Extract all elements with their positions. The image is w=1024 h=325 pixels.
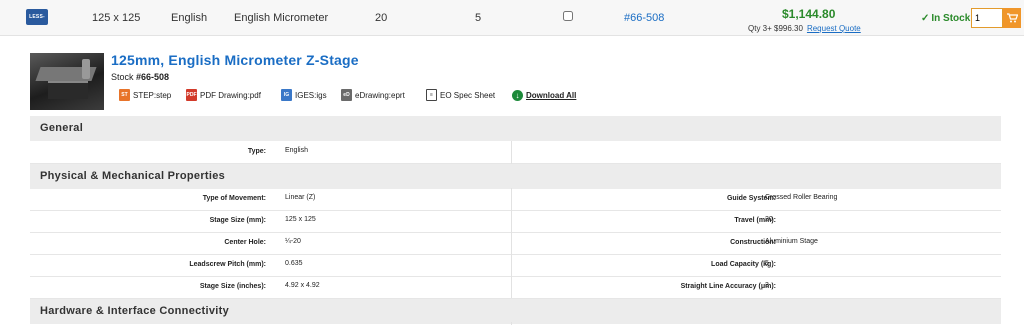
travel-cell: 20 (375, 12, 388, 24)
units-cell: English (171, 12, 208, 24)
request-quote-link[interactable]: Request Quote (807, 24, 861, 33)
spec-row: Leadscrew Pitch (mm): 0.635 Load Capacit… (30, 254, 1001, 277)
product-table-row: LESS- 125 x 125 English English Micromet… (0, 0, 1024, 36)
compare-checkbox[interactable] (563, 11, 573, 21)
spec-value: 4.92 x 4.92 (285, 282, 320, 289)
spec-value: Aluminium Stage (765, 238, 818, 245)
iges-file-icon: IG (281, 89, 292, 101)
download-all-icon: ↓ (512, 89, 523, 101)
quantity-input[interactable] (971, 8, 1003, 28)
download-iges[interactable]: IG IGES:igs (281, 88, 327, 102)
spec-row: Type of Movement: Linear (Z) Guide Syste… (30, 188, 1001, 211)
section-header-physical[interactable]: Physical & Mechanical Properties (30, 164, 1001, 189)
step-file-icon: ST (119, 89, 130, 101)
size-cell: 125 x 125 (92, 12, 141, 24)
capacity-cell: 5 (475, 12, 482, 24)
checkmark-icon: ✓ (921, 13, 930, 24)
spec-row: Stage Size (inches): 4.92 x 4.92 Straigh… (30, 276, 1001, 299)
product-image (30, 53, 104, 110)
spec-value: Linear (Z) (285, 194, 316, 201)
spec-label: Type of Movement: (202, 195, 266, 202)
spec-sheet-icon: ≡ (426, 89, 437, 101)
spec-label: Center Hole: (224, 239, 266, 246)
section-header-hardware[interactable]: Hardware & Interface Connectivity (30, 299, 1001, 324)
download-edrawing[interactable]: eD eDrawing:eprt (341, 88, 405, 102)
add-to-cart-button[interactable] (1003, 8, 1021, 28)
spec-value: 3 (765, 282, 769, 289)
download-all-link[interactable]: ↓ Download All (512, 88, 576, 102)
spec-label: Leadscrew Pitch (mm): (189, 261, 266, 268)
availability: ✓ In Stock (921, 13, 970, 24)
stock-number-link[interactable]: #66-508 (624, 12, 664, 24)
spec-label: Stage Size (mm): (209, 217, 266, 224)
availability-label: In Stock (931, 13, 971, 24)
spec-value: ¼-20 (285, 238, 301, 245)
pdf-file-icon: PDF (186, 89, 197, 101)
spec-value: English (285, 147, 308, 154)
spec-value: 5 (765, 260, 769, 267)
download-step[interactable]: ST STEP:step (119, 88, 171, 102)
edrawing-file-icon: eD (341, 89, 352, 101)
spec-value: 125 x 125 (285, 216, 316, 223)
download-spec-sheet[interactable]: ≡ EO Spec Sheet (426, 88, 495, 102)
volume-price: Qty 3+ $996.30 Request Quote (748, 24, 861, 33)
spec-row: Type: English (30, 141, 1001, 164)
product-stock-number: Stock #66-508 (111, 72, 170, 82)
spec-value: 0.635 (285, 260, 303, 267)
product-title: 125mm, English Micrometer Z-Stage (111, 52, 359, 68)
spec-label: Stage Size (inches): (199, 283, 266, 290)
spec-label: Type: (247, 148, 266, 155)
spec-label: Straight Line Accuracy (μm): (680, 283, 776, 290)
spec-value: Crossed Roller Bearing (765, 194, 838, 201)
download-pdf[interactable]: PDF PDF Drawing:pdf (186, 88, 261, 102)
spec-row: Stage Size (mm): 125 x 125 Travel (mm): … (30, 210, 1001, 233)
spec-row: Center Hole: ¼-20 Construction: Aluminiu… (30, 232, 1001, 255)
section-header-general[interactable]: General (30, 116, 1001, 141)
price: $1,144.80 (782, 7, 836, 21)
product-badge: LESS- (26, 9, 48, 25)
actuator-cell: English Micrometer (234, 12, 329, 24)
spec-value: 20 (765, 216, 773, 223)
qty-price-label: Qty 3+ $996.30 (748, 24, 803, 33)
cart-icon (1006, 13, 1018, 23)
